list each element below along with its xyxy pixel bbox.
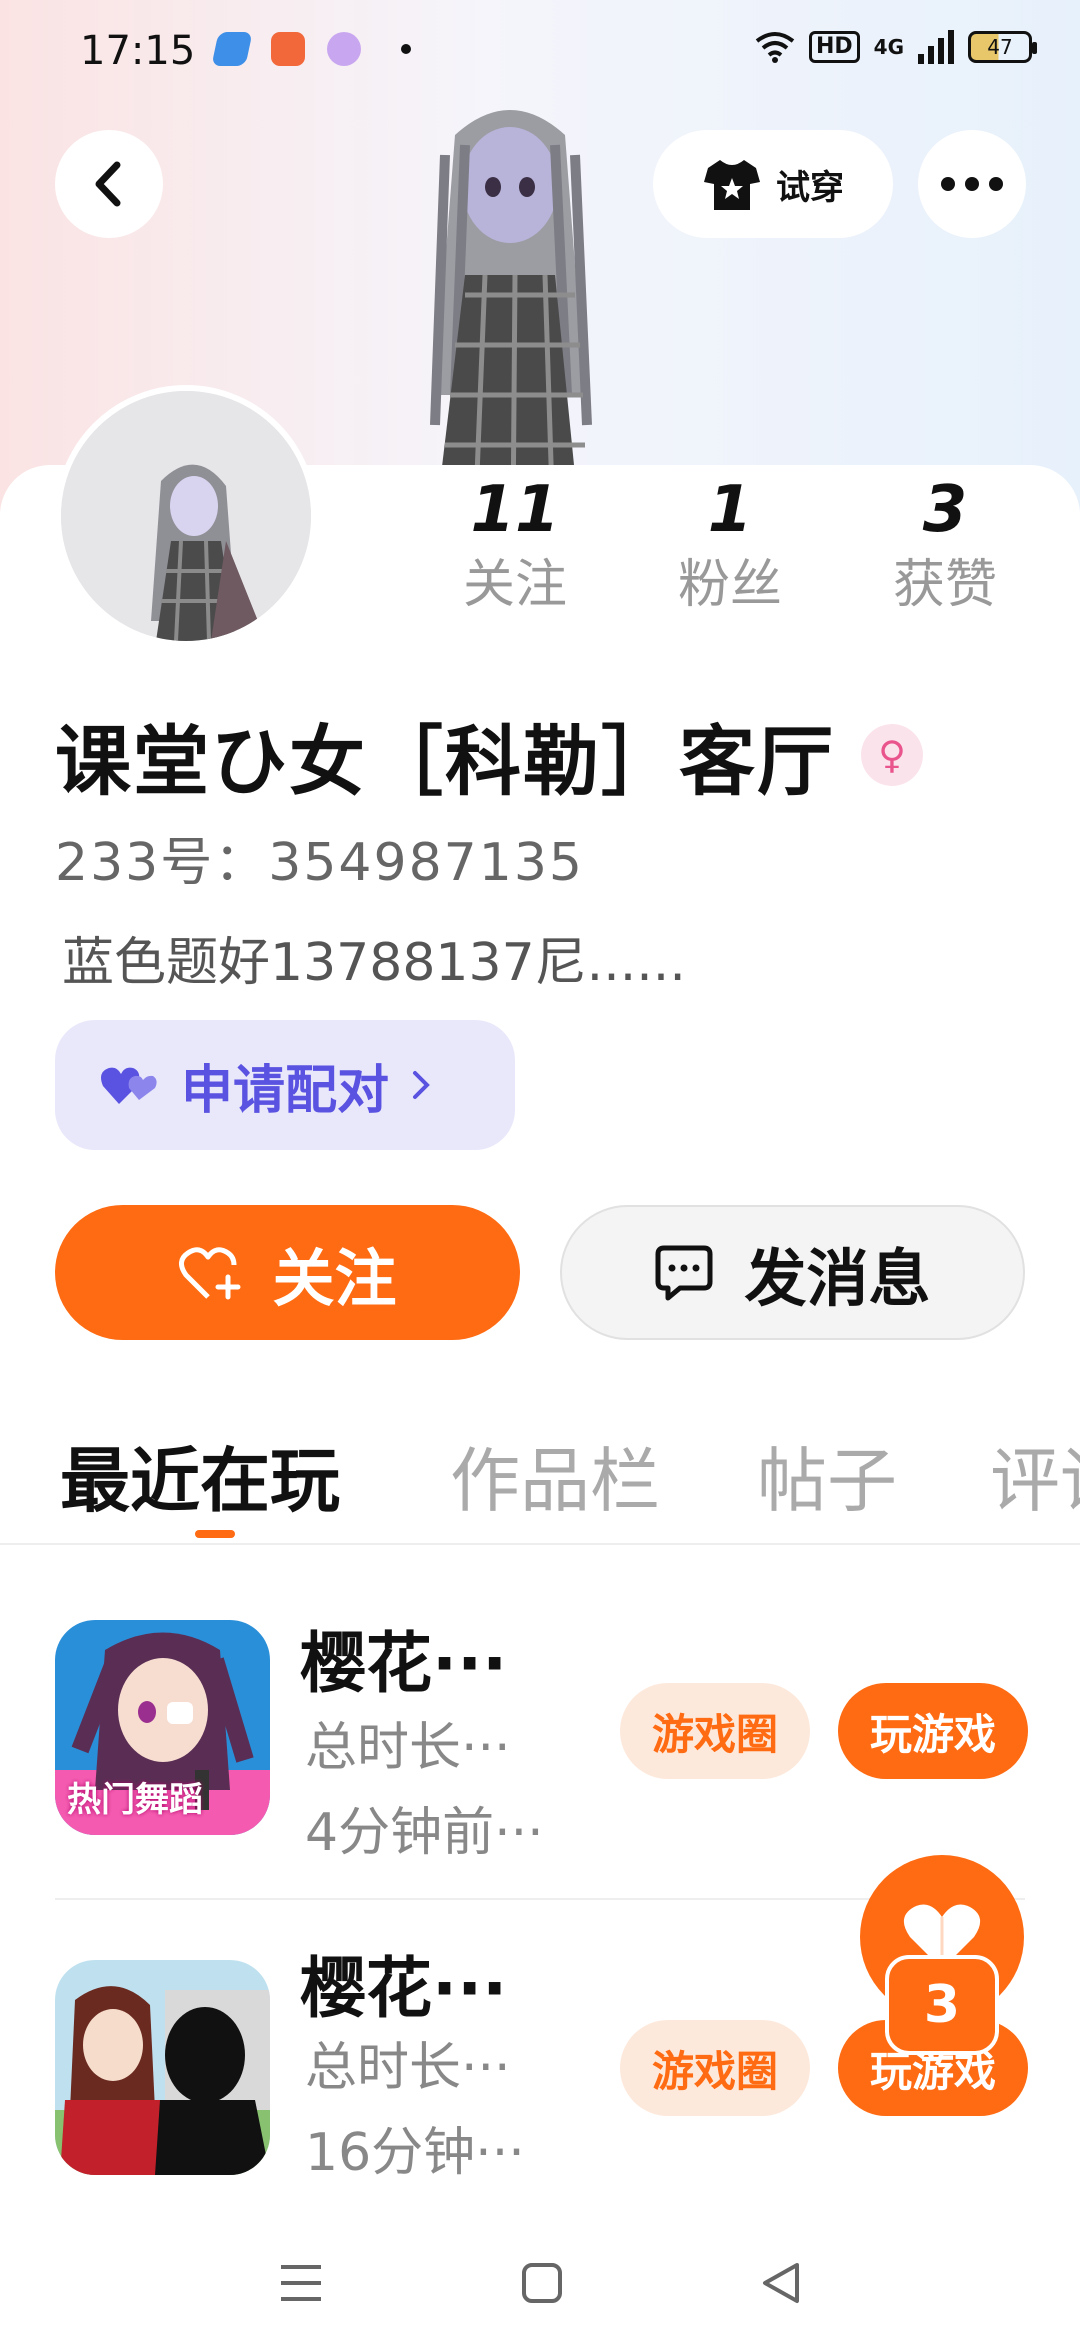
tab-recently-played[interactable]: 最近在玩 (60, 1425, 340, 1526)
follow-button[interactable]: 关注 (55, 1205, 520, 1340)
game-icon-caption: 热门舞蹈 (67, 1780, 203, 1820)
stat-following[interactable]: 11 关注 (430, 470, 600, 620)
tab-works[interactable]: 作品栏 (450, 1425, 660, 1526)
more-dots-icon (941, 177, 1003, 191)
profile-bio: 蓝色题好13788137尼...... (62, 933, 686, 993)
hd-indicator: HD (808, 31, 860, 63)
try-on-label: 试穿 (776, 167, 844, 208)
battery-level: 47 (987, 35, 1013, 59)
follow-label: 关注 (272, 1241, 397, 1315)
more-options-button[interactable] (918, 130, 1026, 238)
profile-uid: 233号：354987135 (55, 833, 585, 893)
profile-stats: 11 关注 1 粉丝 3 获赞 (430, 470, 1030, 620)
followers-count: 1 (707, 473, 753, 547)
game-thumbnail (55, 1960, 270, 2175)
like-count-badge: 3 (885, 1955, 999, 2055)
profile-tabs: 最近在玩 作品栏 帖子 评论 (0, 1405, 1080, 1545)
status-bar: 17:15 HD 4G 47 (0, 0, 1080, 100)
hearts-icon (101, 1067, 157, 1104)
play-game-button[interactable]: 玩游戏 (838, 1683, 1028, 1779)
stat-likes[interactable]: 3 获赞 (860, 470, 1030, 620)
send-message-label: 发消息 (744, 1241, 931, 1315)
heart-add-icon (179, 1246, 241, 1299)
tab-posts[interactable]: 帖子 (757, 1425, 897, 1526)
game-duration: 总时长··· (305, 1718, 511, 1778)
status-right-icons: HD 4G 47 (755, 30, 1037, 64)
back-button[interactable] (55, 130, 163, 238)
list-item[interactable]: 热门舞蹈 樱花··· 总时长··· 4分钟前··· 游戏圈 玩游戏 (0, 1565, 1080, 1905)
request-pairing-label: 申请配对 (181, 1060, 390, 1121)
game-icon[interactable] (55, 1960, 270, 2175)
avatar[interactable] (55, 385, 317, 647)
likes-label: 获赞 (892, 555, 997, 615)
try-on-button[interactable]: 试穿 (653, 130, 893, 238)
following-count: 11 (470, 473, 560, 547)
chat-notification-icon (327, 32, 361, 66)
status-time: 17:15 (80, 28, 196, 74)
avatar-figure (61, 391, 311, 641)
following-label: 关注 (462, 555, 567, 615)
signal-icon (918, 30, 954, 64)
request-pairing-button[interactable]: 申请配对 (55, 1020, 515, 1150)
profile-screen: { "status_bar": {"time": "17:15", "hd": … (0, 0, 1080, 2340)
avatar-character-figure (430, 110, 592, 525)
network-type: 4G (873, 35, 904, 59)
tshirt-icon (704, 160, 760, 210)
game-duration: 总时长··· (305, 2038, 511, 2098)
active-tab-indicator (195, 1530, 235, 1538)
game-last-played: 4分钟前··· (305, 1803, 544, 1863)
profile-name-row: 课堂ひ女［科勒］客厅 ♀ (55, 700, 923, 810)
status-notification-icons (211, 32, 411, 66)
chevron-left-icon (95, 161, 121, 207)
likes-count: 3 (922, 473, 968, 547)
app-notification-icon (211, 32, 253, 66)
back-triangle-icon[interactable] (759, 2261, 803, 2305)
wifi-icon (755, 32, 795, 63)
home-icon[interactable] (520, 2261, 564, 2305)
female-gender-icon: ♀ (861, 724, 923, 786)
game-last-played: 16分钟··· (305, 2123, 525, 2183)
stat-followers[interactable]: 1 粉丝 (645, 470, 815, 620)
tab-comments[interactable]: 评论 (990, 1425, 1080, 1526)
profile-name: 课堂ひ女［科勒］客厅 (55, 717, 835, 806)
game-circle-button[interactable]: 游戏圈 (620, 1683, 810, 1779)
followers-label: 粉丝 (677, 555, 782, 615)
chevron-right-icon (413, 1071, 430, 1099)
battery-icon: 47 (968, 31, 1037, 63)
chat-bubble-icon (655, 1245, 713, 1300)
menu-icon[interactable] (277, 2261, 325, 2305)
send-message-button[interactable]: 发消息 (560, 1205, 1025, 1340)
game-title: 樱花··· (300, 1950, 508, 2027)
game-circle-button[interactable]: 游戏圈 (620, 2020, 810, 2116)
game-notification-icon (271, 32, 305, 66)
game-title: 樱花··· (300, 1625, 508, 1702)
more-notifications-dot (401, 44, 411, 54)
system-navigation-bar (0, 2225, 1080, 2340)
game-icon[interactable]: 热门舞蹈 (55, 1620, 270, 1835)
